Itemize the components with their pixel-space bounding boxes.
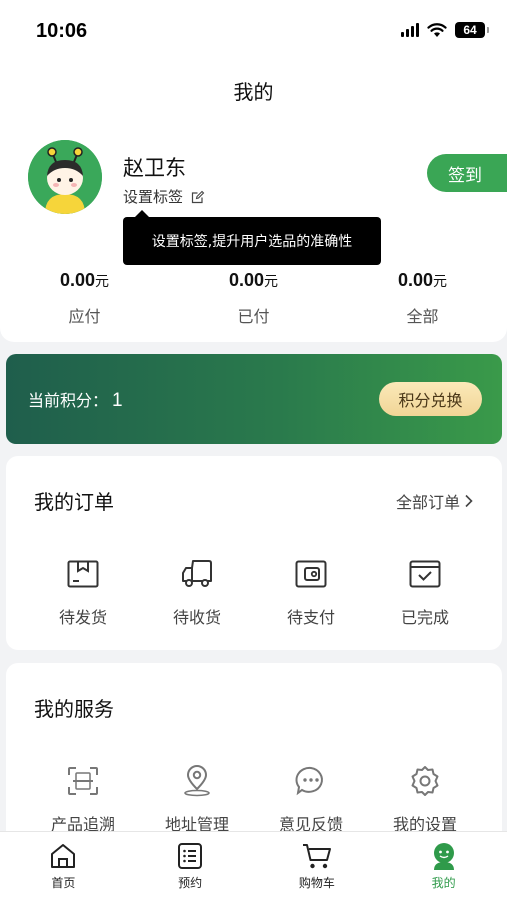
stat-paid-label: 已付 <box>237 307 270 326</box>
all-orders-link[interactable]: 全部订单 <box>396 489 474 513</box>
order-pending-payment[interactable]: 待支付 <box>254 556 368 628</box>
list-icon <box>178 843 203 869</box>
order-pending-receipt[interactable]: 待收货 <box>140 556 254 628</box>
tab-cart[interactable]: 购物车 <box>254 832 381 900</box>
chat-icon <box>293 763 329 799</box>
order-pending-receipt-label: 待收货 <box>172 608 221 627</box>
wifi-icon <box>427 22 447 37</box>
edit-icon <box>191 190 205 203</box>
stat-payable-value: 0.00 <box>59 270 96 290</box>
points-value: 1 <box>112 390 123 411</box>
signin-button[interactable]: 签到 <box>427 154 507 192</box>
order-pending-shipment-label: 待发货 <box>58 608 107 627</box>
signal-icon <box>401 23 419 37</box>
tab-home-label: 首页 <box>51 876 76 890</box>
payment-stats: 0.00元 应付 0.00元 已付 0.00元 全部 <box>0 270 507 327</box>
status-time: 10:06 <box>36 20 88 42</box>
stat-paid-unit: 元 <box>264 273 279 289</box>
home-icon <box>51 844 76 868</box>
package-icon <box>65 556 101 592</box>
stat-payable[interactable]: 0.00元 应付 <box>0 270 169 327</box>
services-row: 产品追溯 地址管理 意见反馈 我的设置 <box>6 763 502 835</box>
orders-title: 我的订单 <box>34 490 114 514</box>
status-icons: 64 <box>401 22 489 38</box>
tab-appointment-label: 预约 <box>178 876 203 890</box>
set-tag-link[interactable]: 设置标签 <box>123 186 205 207</box>
points-exchange-button[interactable]: 积分兑换 <box>379 382 482 416</box>
order-pending-payment-label: 待支付 <box>286 608 335 627</box>
wallet-icon <box>293 556 329 592</box>
set-tag-tooltip: 设置标签,提升用户选品的准确性 <box>123 210 381 265</box>
service-traceability[interactable]: 产品追溯 <box>26 763 140 835</box>
services-title: 我的服务 <box>34 697 114 721</box>
stat-total-unit: 元 <box>433 273 448 289</box>
tab-home[interactable]: 首页 <box>0 832 127 900</box>
user-name: 赵卫东 <box>123 156 186 180</box>
avatar-bee-icon <box>28 140 102 214</box>
gear-icon <box>407 763 443 799</box>
service-address[interactable]: 地址管理 <box>140 763 254 835</box>
status-bar: 10:06 64 <box>0 0 507 62</box>
location-icon <box>179 763 215 799</box>
profile-icon <box>433 843 454 870</box>
order-pending-shipment[interactable]: 待发货 <box>26 556 140 628</box>
truck-icon <box>179 556 215 592</box>
avatar[interactable] <box>28 140 102 214</box>
battery-icon: 64 <box>455 22 489 38</box>
page-title: 我的 <box>233 80 274 104</box>
stat-payable-label: 应付 <box>68 307 101 326</box>
set-tag-label: 设置标签 <box>123 188 184 206</box>
scan-icon <box>65 763 101 799</box>
all-orders-label: 全部订单 <box>395 493 460 512</box>
points-label: 当前积分： <box>28 391 109 410</box>
orders-card: 我的订单 全部订单 待发货 待收货 待支付 已完成 <box>6 456 502 650</box>
tab-profile[interactable]: 我的 <box>380 832 507 900</box>
profile-header: 我的 赵卫东 设置标签 签到 设置标签,提升用户选品的准确性 0.00元 应付 … <box>0 62 507 342</box>
bottom-tab-bar: 首页 预约 购物车 我的 <box>0 831 507 900</box>
stat-paid[interactable]: 0.00元 已付 <box>169 270 338 327</box>
cart-icon <box>302 844 331 869</box>
check-box-icon <box>407 556 443 592</box>
order-status-row: 待发货 待收货 待支付 已完成 <box>6 556 502 628</box>
services-card: 我的服务 产品追溯 地址管理 意见反馈 我的设置 <box>6 663 502 853</box>
service-settings[interactable]: 我的设置 <box>368 763 482 835</box>
stat-paid-value: 0.00 <box>228 270 265 290</box>
points-card: 当前积分： 1 积分兑换 <box>6 354 502 444</box>
tab-appointment[interactable]: 预约 <box>127 832 254 900</box>
stat-total[interactable]: 0.00元 全部 <box>338 270 507 327</box>
stat-total-value: 0.00 <box>397 270 434 290</box>
stat-total-label: 全部 <box>406 307 439 326</box>
service-feedback[interactable]: 意见反馈 <box>254 763 368 835</box>
tab-profile-label: 我的 <box>431 876 456 890</box>
tab-cart-label: 购物车 <box>298 876 335 890</box>
order-completed-label: 已完成 <box>400 608 449 627</box>
order-completed[interactable]: 已完成 <box>368 556 482 628</box>
stat-payable-unit: 元 <box>95 273 110 289</box>
chevron-right-icon <box>465 494 473 508</box>
